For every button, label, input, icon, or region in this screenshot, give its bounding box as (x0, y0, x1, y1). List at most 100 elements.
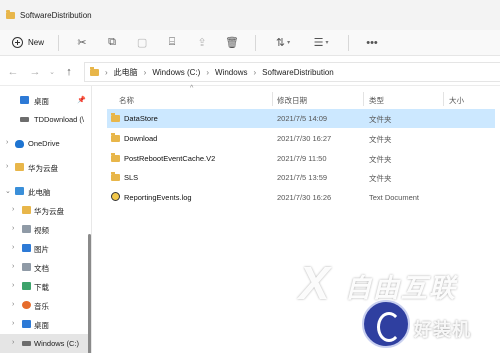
file-row[interactable]: SLS 2021/7/5 13:59 文件夹 (107, 168, 495, 187)
file-type: 文件夹 (369, 115, 392, 124)
folder-icon (111, 172, 120, 181)
column-header-type[interactable]: 类型 (369, 95, 384, 106)
sidebar-item-pictures[interactable]: › 图片 (0, 239, 90, 258)
sort-button[interactable]: ⇅ ▾ (264, 34, 302, 52)
sidebar-item-this-pc[interactable]: ⌄ 此电脑 (0, 182, 90, 201)
file-name: DataStore (124, 114, 158, 123)
sidebar-item-desktop-pinned[interactable]: 桌面 📌 (0, 91, 90, 110)
command-bar: New ✂ ⧉ ▢ ⌸ ⇪ 🗑 ⇅ ▾ ☰ ▾ ••• (0, 30, 500, 56)
sidebar-item-documents[interactable]: › 文档 (0, 258, 90, 277)
arrow-left-icon: ← (7, 65, 19, 78)
watermark-text-secondary: 好装机 (414, 320, 471, 340)
sidebar-scrollbar[interactable] (88, 234, 91, 353)
chevron-right-icon: › (206, 67, 210, 77)
column-header-date[interactable]: 修改日期 (277, 95, 307, 106)
sidebar-item-label: 此电脑 (28, 188, 51, 197)
breadcrumb-windows[interactable]: Windows (215, 68, 247, 77)
file-name: ReportingEvents.log (124, 193, 192, 202)
back-button[interactable]: ← (2, 61, 24, 83)
documents-icon (22, 263, 31, 271)
rename-icon[interactable]: ⌸ (157, 34, 187, 52)
recent-button[interactable]: ⌄ (46, 61, 58, 83)
file-row[interactable]: ReportingEvents.log 2021/7/30 16:26 Text… (107, 188, 495, 207)
chevron-down-icon: ⌄ (5, 188, 11, 195)
sidebar-item-label: 桌面 (34, 97, 49, 106)
cut-icon[interactable]: ✂ (67, 34, 97, 52)
chevron-down-icon: ▾ (287, 40, 291, 46)
chevron-right-icon: › (12, 206, 15, 213)
sort-icon: ⇅ (275, 37, 286, 49)
chevron-down-icon: ▾ (325, 40, 329, 46)
share-icon[interactable]: ⇪ (187, 34, 217, 52)
navigation-pane: 桌面 📌 TDDownload (\ › OneDrive › 华为云盘 ⌄ 此… (0, 86, 92, 353)
sidebar-item-huawei-cloud-pc[interactable]: › 华为云盘 (0, 201, 90, 220)
sidebar-item-downloads[interactable]: › 下载 (0, 277, 90, 296)
column-header-size[interactable]: 大小 (449, 95, 464, 106)
chevron-right-icon: › (6, 163, 9, 170)
watermark-badge-icon (362, 300, 410, 348)
sidebar-item-label: TDDownload (\ (34, 115, 85, 124)
downloads-icon (22, 282, 31, 290)
file-type: 文件夹 (369, 174, 392, 183)
view-button[interactable]: ☰ ▾ (302, 34, 340, 52)
column-divider[interactable] (272, 92, 273, 106)
log-file-icon (111, 192, 120, 201)
breadcrumb-softwaredistribution[interactable]: SoftwareDistribution (262, 68, 334, 77)
sidebar-item-windows-c[interactable]: › Windows (C:) (0, 334, 90, 353)
chevron-right-icon: › (6, 139, 9, 146)
new-button[interactable]: New (10, 34, 50, 52)
pin-icon: 📌 (77, 97, 86, 104)
copy-icon[interactable]: ⧉ (97, 34, 127, 52)
column-header-name[interactable]: 名称 (119, 95, 134, 106)
sidebar-item-label: 华为云盘 (34, 207, 64, 216)
sidebar-item-onedrive[interactable]: › OneDrive (0, 134, 90, 153)
onedrive-icon (15, 140, 24, 148)
file-date: 2021/7/30 16:26 (277, 193, 332, 202)
sidebar-item-huawei-cloud[interactable]: › 华为云盘 (0, 158, 90, 177)
video-icon (22, 225, 31, 233)
up-button[interactable]: ↑ (58, 61, 80, 83)
sidebar-item-desktop[interactable]: › 桌面 (0, 315, 90, 334)
breadcrumb-drive-c[interactable]: Windows (C:) (152, 68, 200, 77)
forward-button[interactable]: → (24, 61, 46, 83)
chevron-right-icon: › (12, 244, 15, 251)
file-date: 2021/7/5 13:59 (277, 173, 328, 182)
navigation-bar: ← → ⌄ ↑ › 此电脑 › Windows (C:) › Windows ›… (0, 58, 500, 86)
desktop-icon (22, 320, 31, 328)
breadcrumb[interactable]: › 此电脑 › Windows (C:) › Windows › Softwar… (84, 62, 500, 82)
sidebar-item-label: 文档 (34, 264, 49, 273)
chevron-right-icon: › (12, 301, 15, 308)
sidebar-item-label: 视频 (34, 226, 49, 235)
file-type: 文件夹 (369, 135, 392, 144)
plus-icon (12, 37, 23, 48)
sidebar-item-videos[interactable]: › 视频 (0, 220, 90, 239)
watermark-text: 自由互联 (345, 273, 458, 303)
arrow-right-icon: → (29, 65, 41, 78)
chevron-down-icon: ⌄ (49, 68, 55, 76)
chevron-right-icon: › (105, 67, 108, 77)
music-icon (22, 301, 31, 309)
pc-icon (15, 187, 24, 195)
sidebar-item-music[interactable]: › 音乐 (0, 296, 90, 315)
column-divider[interactable] (443, 92, 444, 106)
toolbar-divider (58, 34, 60, 51)
sidebar-item-tddownload[interactable]: TDDownload (\ (0, 110, 90, 129)
more-icon[interactable]: ••• (357, 34, 387, 52)
sidebar-item-label: 桌面 (34, 321, 49, 330)
watermark-x-mark: X (299, 257, 330, 309)
folder-icon (22, 206, 31, 214)
paste-icon[interactable]: ▢ (127, 34, 157, 52)
file-row[interactable]: DataStore 2021/7/5 14:09 文件夹 (107, 109, 495, 128)
arrow-up-icon: ↑ (66, 65, 72, 78)
breadcrumb-this-pc[interactable]: 此电脑 (114, 67, 138, 78)
folder-icon (111, 153, 120, 162)
delete-icon[interactable]: 🗑 (217, 34, 247, 52)
chevron-right-icon: › (12, 339, 15, 346)
column-divider[interactable] (363, 92, 364, 106)
file-date: 2021/7/5 14:09 (277, 114, 328, 123)
chevron-right-icon: › (253, 67, 257, 77)
file-row[interactable]: PostRebootEventCache.V2 2021/7/9 11:50 文… (107, 149, 495, 168)
sidebar-item-label: Windows (C:) (34, 339, 80, 348)
sidebar-item-label: 华为云盘 (28, 164, 58, 173)
file-row[interactable]: Download 2021/7/30 16:27 文件夹 (107, 129, 495, 148)
